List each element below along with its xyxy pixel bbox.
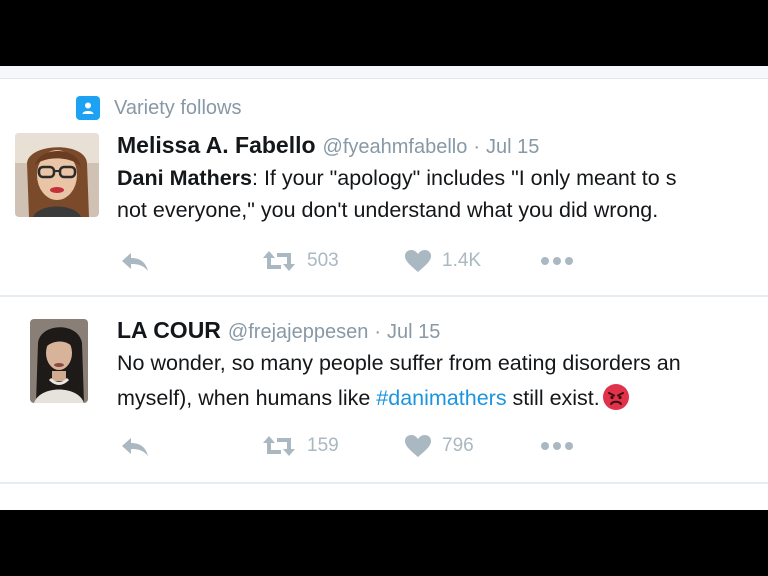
like-count: 1.4K — [442, 250, 482, 271]
author-handle[interactable]: @fyeahmfabello — [323, 136, 468, 159]
retweet-icon — [263, 436, 295, 456]
separator: · — [473, 136, 481, 158]
mention-bold: Dani Mathers — [117, 166, 253, 190]
tweet-text-line: No wonder, so many people suffer from ea… — [117, 351, 681, 376]
tweet-divider — [0, 295, 768, 297]
like-button[interactable]: 1.4K — [404, 249, 481, 273]
tweet-text: not everyone," you don't understand what… — [117, 198, 659, 222]
avatar[interactable] — [30, 319, 88, 403]
follow-icon — [76, 96, 100, 120]
heart-icon — [405, 250, 431, 272]
tweet-actions: 159 796 — [0, 432, 768, 462]
heart-icon — [405, 435, 431, 457]
more-icon — [541, 442, 573, 450]
like-count: 796 — [442, 435, 474, 456]
timestamp[interactable]: Jul 15 — [387, 321, 440, 344]
tweet-text: : If your "apology" includes "I only mea… — [252, 166, 677, 190]
more-button[interactable] — [540, 256, 574, 266]
author-handle[interactable]: @frejajeppesen — [228, 321, 368, 344]
tweet-actions: 503 1.4K — [0, 247, 768, 277]
social-context[interactable]: Variety follows — [76, 96, 241, 120]
timestamp[interactable]: Jul 15 — [486, 136, 539, 159]
retweet-button[interactable]: 503 — [261, 249, 339, 273]
top-border — [0, 66, 768, 79]
author-name[interactable]: LA COUR — [117, 317, 221, 344]
retweet-count: 159 — [307, 435, 339, 456]
timeline-frame: Variety follows Melissa A. Fabello @fyea… — [0, 66, 768, 510]
reply-button[interactable] — [120, 436, 150, 458]
author-name[interactable]: Melissa A. Fabello — [117, 132, 316, 159]
retweet-icon — [263, 251, 295, 271]
angry-face-emoji — [602, 384, 629, 410]
social-context-text: Variety follows — [114, 96, 242, 119]
tweet-text-line: myself), when humans like #danimathers s… — [117, 383, 630, 411]
retweet-count: 503 — [307, 250, 339, 271]
separator: · — [374, 321, 381, 343]
tweet-text: myself), when humans like — [117, 386, 377, 410]
tweet-text-line: Dani Mathers: If your "apology" includes… — [117, 166, 676, 191]
avatar[interactable] — [15, 133, 99, 217]
tweet-header: LA COUR @frejajeppesen · Jul 15 — [117, 317, 440, 344]
more-icon — [541, 257, 573, 265]
tweet-divider — [0, 482, 768, 484]
tweet-text: still exist. — [506, 386, 600, 410]
reply-icon — [122, 253, 148, 271]
reply-icon — [122, 438, 148, 456]
tweet-header: Melissa A. Fabello @fyeahmfabello · Jul … — [117, 132, 539, 159]
tweet-text-line: not everyone," you don't understand what… — [117, 198, 658, 223]
retweet-button[interactable]: 159 — [261, 434, 339, 458]
reply-button[interactable] — [120, 251, 150, 273]
like-button[interactable]: 796 — [404, 434, 474, 458]
tweet-text: No wonder, so many people suffer from ea… — [117, 351, 681, 375]
hashtag-link[interactable]: #danimathers — [376, 386, 506, 410]
more-button[interactable] — [540, 441, 574, 451]
